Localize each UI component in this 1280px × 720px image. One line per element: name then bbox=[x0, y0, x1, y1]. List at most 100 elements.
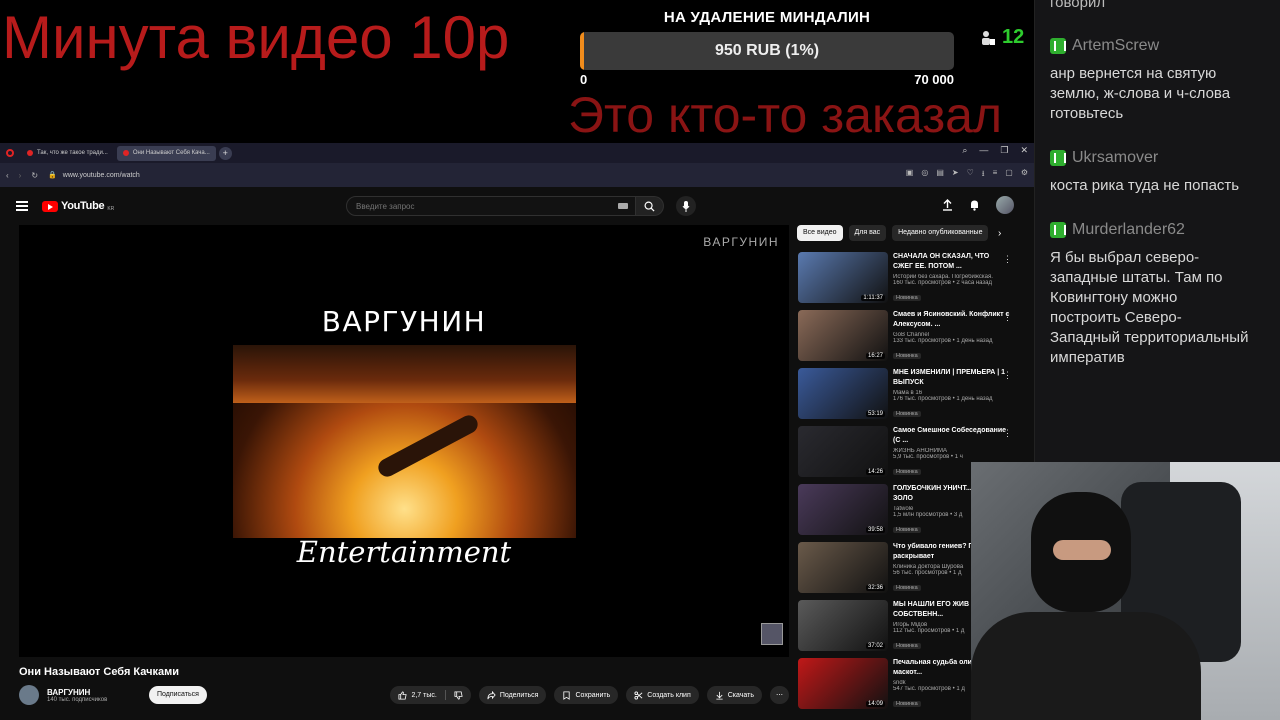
thumbs-down-icon[interactable] bbox=[454, 690, 463, 700]
download-icon[interactable]: ⭳ bbox=[982, 168, 985, 182]
extension-icons: ▣ ◎ ▤ ➤ ♡ ⭳ ≡ ▢ ⚙ bbox=[906, 168, 1028, 182]
extension-icon[interactable]: ⚙ bbox=[1021, 168, 1028, 182]
keyboard-icon[interactable] bbox=[618, 203, 628, 209]
search-bar bbox=[346, 196, 696, 216]
recommendation-meta: 160 тыс. просмотров • 2 часа назад bbox=[893, 280, 993, 286]
recommendation-duration: 1:11:37 bbox=[861, 295, 885, 301]
download-label: Скачать bbox=[727, 691, 754, 699]
recommendation-thumbnail[interactable]: 1:11:37 bbox=[798, 252, 888, 303]
menu-icon[interactable]: ≡ bbox=[993, 168, 998, 182]
upload-icon[interactable] bbox=[942, 199, 953, 211]
youtube-favicon-icon bbox=[122, 150, 129, 156]
clip-button[interactable]: Создать клип bbox=[626, 686, 699, 704]
video-player[interactable]: ВАРГУНИН ВАРГУНИН Entertainment bbox=[19, 225, 789, 657]
dislike-divider bbox=[444, 690, 446, 700]
recommendation-item[interactable]: 1:11:37 СНАЧАЛА ОН СКАЗАЛ, ЧТО СЖЕГ ЕЕ. П… bbox=[798, 252, 1026, 303]
chat-badge-icon bbox=[1050, 38, 1066, 54]
more-options-icon[interactable]: ⋮ bbox=[1003, 254, 1012, 265]
recommendation-duration: 39:58 bbox=[865, 527, 885, 533]
search-button[interactable] bbox=[636, 196, 664, 216]
subscribe-button[interactable]: Подписаться bbox=[149, 686, 207, 704]
reload-button[interactable]: ↻ bbox=[31, 171, 38, 180]
chat-text: анр вернется на святую землю, ж-слова и … bbox=[1050, 65, 1231, 122]
back-button[interactable]: ‹ bbox=[6, 171, 9, 180]
diver-silhouette bbox=[375, 412, 481, 480]
save-button[interactable]: Сохранить bbox=[554, 686, 619, 704]
account-avatar[interactable] bbox=[996, 196, 1014, 214]
tab-label: Так, что же такое тради... bbox=[37, 150, 108, 156]
recommendation-duration: 53:19 bbox=[865, 411, 885, 417]
share-icon bbox=[487, 690, 496, 699]
overlay-ordered-text: Это кто-то заказал bbox=[568, 87, 1003, 143]
chat-message: ArtemScrew анр вернется на святую землю,… bbox=[1050, 34, 1280, 124]
chat-username[interactable]: ArtemScrew bbox=[1072, 37, 1159, 55]
send-icon[interactable]: ➤ bbox=[952, 168, 959, 182]
new-badge: Новинка bbox=[893, 411, 921, 417]
youtube-logo[interactable]: YouTube KR bbox=[42, 200, 114, 212]
browser-tab-active[interactable]: Они Называют Себя Кача... bbox=[116, 145, 216, 161]
recommendation-meta: 5,9 тыс. просмотров • 1 ч bbox=[893, 454, 963, 460]
recommendation-thumbnail[interactable]: 53:19 bbox=[798, 368, 888, 419]
hamburger-menu-icon[interactable] bbox=[16, 201, 28, 211]
recommendation-thumbnail[interactable]: 39:58 bbox=[798, 484, 888, 535]
recommendation-filters: Все видео Для вас Недавно опубликованные bbox=[797, 225, 1019, 241]
chip-for-you[interactable]: Для вас bbox=[848, 225, 887, 241]
url-field[interactable]: 🔒 www.youtube.com/watch bbox=[48, 171, 140, 180]
streamer-webcam bbox=[971, 462, 1280, 720]
new-badge: Новинка bbox=[893, 295, 921, 301]
search-tabs-icon[interactable]: ⌕ bbox=[962, 145, 967, 156]
channel-info: ВАРГУНИН 140 тыс. подписчиков bbox=[47, 688, 127, 703]
clip-label: Создать клип bbox=[647, 691, 691, 699]
goal-progress-bar: 950 RUB (1%) bbox=[580, 32, 954, 70]
chat-username[interactable]: Murderlander62 bbox=[1072, 221, 1185, 239]
recommendation-title[interactable]: СНАЧАЛА ОН СКАЗАЛ, ЧТО СЖЕГ ЕЕ. ПОТОМ ..… bbox=[893, 252, 1011, 272]
chip-all-videos[interactable]: Все видео bbox=[797, 225, 843, 241]
window-controls: ⌕ — ❐ ✕ bbox=[962, 145, 1028, 156]
like-button[interactable]: 2,7 тыс. bbox=[390, 686, 471, 704]
search-input[interactable] bbox=[346, 196, 636, 216]
close-window-button[interactable]: ✕ bbox=[1020, 145, 1028, 156]
recommendation-title[interactable]: Самое Смешное Собеседование (С ... bbox=[893, 426, 1011, 446]
voice-search-button[interactable] bbox=[676, 196, 696, 216]
more-options-icon[interactable]: ⋮ bbox=[1003, 312, 1012, 323]
new-badge: Новинка bbox=[893, 527, 921, 533]
region-code: KR bbox=[107, 206, 115, 212]
recommendation-thumbnail[interactable]: 14:26 bbox=[798, 426, 888, 477]
chat-username[interactable]: Ukrsamover bbox=[1072, 149, 1158, 167]
new-tab-button[interactable]: + bbox=[218, 146, 232, 160]
wallet-icon[interactable]: ▢ bbox=[1005, 168, 1013, 182]
recommendation-thumbnail[interactable]: 14:09 bbox=[798, 658, 888, 709]
recommendation-item[interactable]: 16:27 Смаев и Ясиновский. Конфликт с Алек… bbox=[798, 310, 1026, 361]
more-actions-button[interactable]: ⋯ bbox=[770, 686, 789, 704]
vpn-icon[interactable]: ▤ bbox=[936, 168, 944, 182]
browser-tab[interactable]: Так, что же такое тради... bbox=[21, 146, 114, 161]
goal-title: НА УДАЛЕНИЕ МИНДАЛИН bbox=[663, 9, 871, 26]
recommendation-meta: 133 тыс. просмотров • 1 день назад bbox=[893, 338, 993, 344]
chip-recent[interactable]: Недавно опубликованные bbox=[892, 225, 989, 241]
forward-button[interactable]: › bbox=[19, 171, 22, 180]
maximize-button[interactable]: ❐ bbox=[1000, 145, 1008, 156]
recommendation-title[interactable]: Смаев и Ясиновский. Конфликт с Алексусом… bbox=[893, 310, 1011, 330]
channel-avatar[interactable] bbox=[19, 685, 39, 705]
recommendation-thumbnail[interactable]: 16:27 bbox=[798, 310, 888, 361]
chat-message: Murderlander62 Я бы выбрал северо-западн… bbox=[1050, 218, 1280, 368]
heart-icon[interactable]: ♡ bbox=[967, 168, 974, 182]
share-button[interactable]: Поделиться bbox=[478, 686, 547, 704]
recommendation-thumbnail[interactable]: 32:36 bbox=[798, 542, 888, 593]
install-icon[interactable]: ▣ bbox=[906, 168, 914, 182]
more-options-icon[interactable]: ⋮ bbox=[1003, 428, 1012, 439]
more-options-icon[interactable]: ⋮ bbox=[1003, 370, 1012, 381]
channel-watermark-thumbnail[interactable] bbox=[761, 623, 783, 645]
download-button[interactable]: Скачать bbox=[706, 686, 762, 704]
notifications-bell-icon[interactable] bbox=[969, 199, 980, 211]
chevron-right-icon[interactable]: › bbox=[998, 228, 1001, 239]
recommendation-title[interactable]: МНЕ ИЗМЕНИЛИ | ПРЕМЬЕРА | 1 ВЫПУСК bbox=[893, 368, 1011, 388]
camera-icon[interactable]: ◎ bbox=[921, 168, 928, 182]
viewer-counter: 12 bbox=[980, 26, 1024, 49]
channel-name[interactable]: ВАРГУНИН bbox=[47, 688, 127, 697]
recommendation-item[interactable]: 53:19 МНЕ ИЗМЕНИЛИ | ПРЕМЬЕРА | 1 ВЫПУСК М… bbox=[798, 368, 1026, 419]
minimize-button[interactable]: — bbox=[979, 145, 988, 156]
lock-icon: 🔒 bbox=[48, 172, 57, 179]
recommendation-thumbnail[interactable]: 37:02 bbox=[798, 600, 888, 651]
tab-label: Они Называют Себя Кача... bbox=[132, 150, 210, 156]
